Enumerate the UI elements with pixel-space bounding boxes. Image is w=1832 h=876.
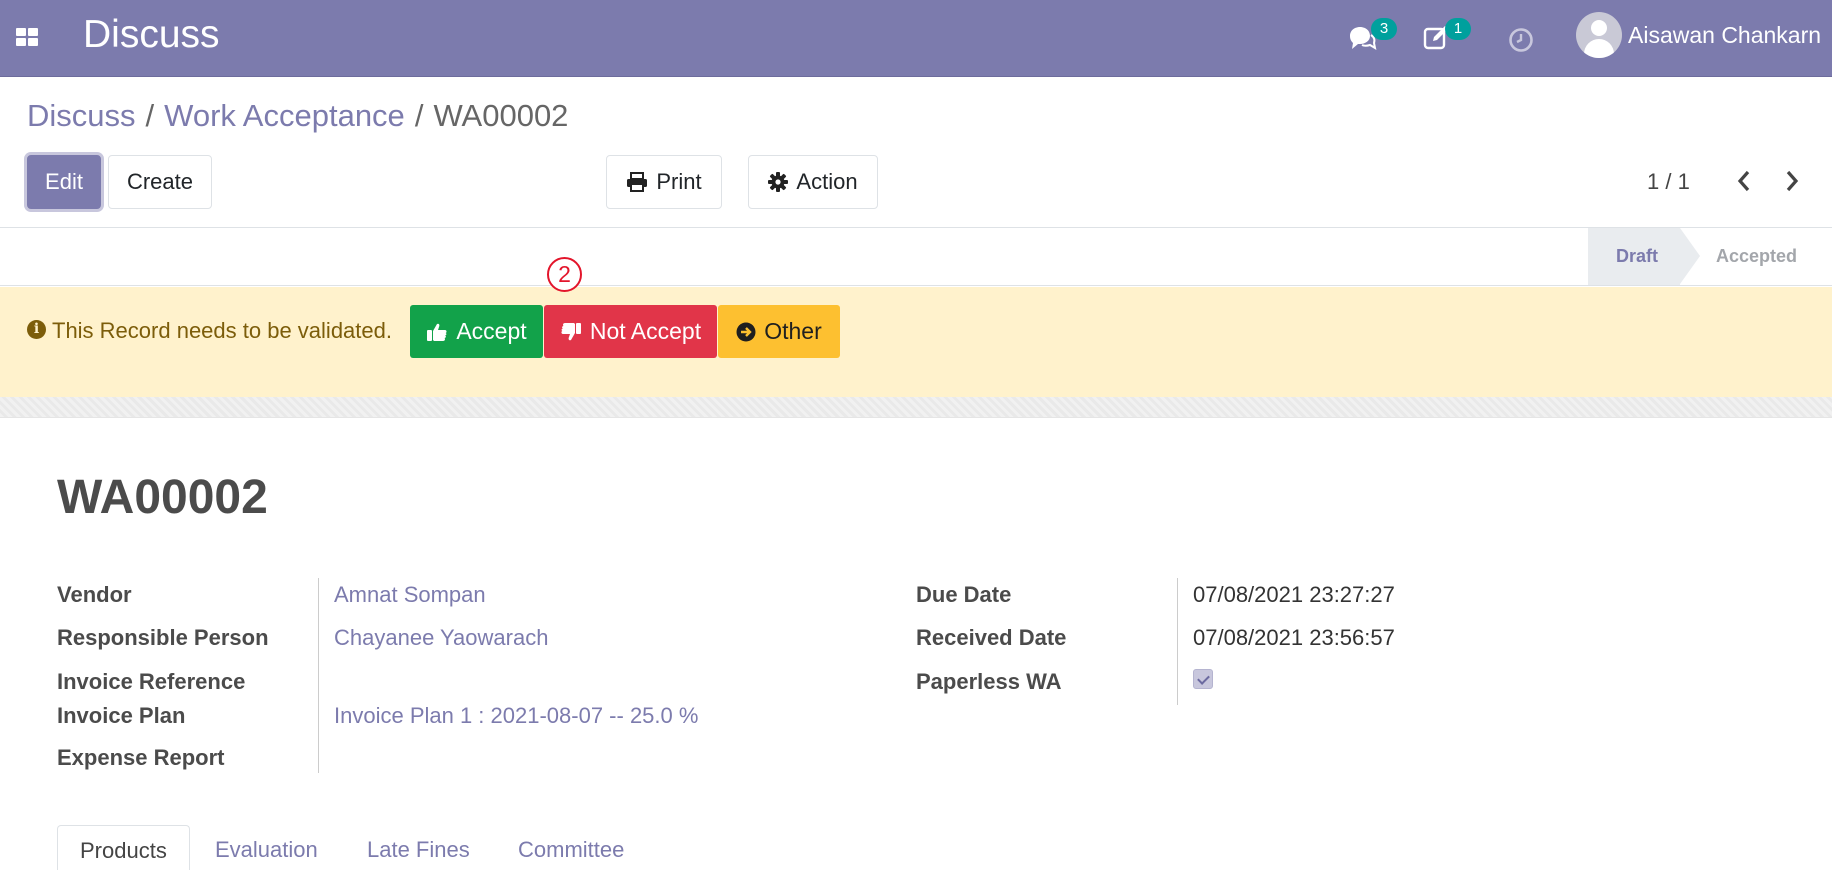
accept-button-label: Accept bbox=[456, 318, 527, 344]
pager-value[interactable]: 1 / 1 bbox=[1647, 169, 1690, 195]
paperless-wa-checkbox bbox=[1193, 669, 1213, 689]
expense-report-label: Expense Report bbox=[57, 745, 225, 770]
avatar bbox=[1576, 12, 1622, 58]
action-button[interactable]: Action bbox=[748, 155, 878, 209]
edit-button[interactable]: Edit bbox=[27, 155, 101, 209]
tab-products[interactable]: Products bbox=[57, 825, 190, 870]
step-annotation-marker: 2 bbox=[547, 257, 582, 292]
paperless-wa-label: Paperless WA bbox=[916, 669, 1062, 694]
validation-alert: i This Record needs to be validated. bbox=[0, 287, 1832, 397]
tab-committee[interactable]: Committee bbox=[518, 825, 624, 870]
tab-late-fines[interactable]: Late Fines bbox=[367, 825, 470, 870]
due-date-value: 07/08/2021 23:27:27 bbox=[1193, 582, 1395, 607]
invoice-reference-label: Invoice Reference bbox=[57, 669, 246, 694]
status-bar: Draft Accepted bbox=[0, 228, 1832, 286]
print-button[interactable]: Print bbox=[606, 155, 722, 209]
create-button-label: Create bbox=[126, 169, 194, 194]
top-navbar: Discuss 3 1 Aisawan Chankarn bbox=[0, 0, 1832, 77]
vendor-label: Vendor bbox=[57, 582, 132, 607]
thumbs-down-icon bbox=[561, 322, 581, 340]
received-date-label: Received Date bbox=[916, 625, 1067, 650]
arrow-circle-right-icon bbox=[736, 322, 756, 341]
breadcrumb-current: WA00002 bbox=[433, 98, 569, 133]
not-accept-button[interactable]: Not Accept bbox=[544, 305, 717, 358]
print-button-label: Print bbox=[656, 169, 702, 194]
sheet-background bbox=[0, 397, 1832, 417]
received-date-value: 07/08/2021 23:56:57 bbox=[1193, 625, 1395, 650]
edit-button-label: Edit bbox=[45, 169, 83, 194]
alert-message: This Record needs to be validated. bbox=[52, 318, 392, 343]
not-accept-button-label: Not Accept bbox=[589, 318, 702, 344]
invoice-plan-label: Invoice Plan bbox=[57, 703, 186, 728]
activities-badge: 1 bbox=[1445, 18, 1471, 40]
field-group-separator bbox=[318, 578, 319, 773]
responsible-person-label: Responsible Person bbox=[57, 625, 269, 650]
field-group-separator bbox=[1177, 578, 1178, 705]
responsible-person-value[interactable]: Chayanee Yaowarach bbox=[334, 625, 548, 651]
stage-accepted[interactable]: Accepted bbox=[1716, 228, 1797, 285]
messages-badge: 3 bbox=[1371, 18, 1397, 40]
stage-draft[interactable]: Draft bbox=[1588, 228, 1680, 285]
record-title: WA00002 bbox=[57, 471, 268, 524]
chevron-right-icon[interactable] bbox=[1780, 167, 1804, 195]
create-button[interactable]: Create bbox=[108, 155, 212, 209]
gear-icon bbox=[768, 172, 789, 192]
breadcrumb: Discuss / Work Acceptance / WA00002 bbox=[27, 98, 568, 134]
stage-arrow bbox=[1680, 228, 1700, 284]
chevron-left-icon[interactable] bbox=[1732, 167, 1756, 195]
info-circle-icon: i bbox=[27, 320, 46, 339]
apps-grid-icon[interactable] bbox=[16, 28, 38, 46]
app-title: Discuss bbox=[83, 13, 220, 56]
breadcrumb-separator: / bbox=[414, 98, 424, 133]
accept-button[interactable]: Accept bbox=[410, 305, 543, 358]
user-name: Aisawan Chankarn bbox=[1628, 22, 1822, 48]
tab-evaluation[interactable]: Evaluation bbox=[215, 825, 318, 870]
breadcrumb-separator: / bbox=[145, 98, 155, 133]
printer-icon bbox=[627, 172, 648, 192]
vendor-value[interactable]: Amnat Sompan bbox=[334, 582, 486, 608]
invoice-plan-value[interactable]: Invoice Plan 1 : 2021-08-07 -- 25.0 % bbox=[334, 703, 698, 729]
clock-icon bbox=[1509, 28, 1533, 52]
other-button[interactable]: Other bbox=[718, 305, 840, 358]
breadcrumb-work-acceptance[interactable]: Work Acceptance bbox=[164, 98, 405, 133]
action-button-label: Action bbox=[796, 169, 858, 194]
thumbs-up-icon bbox=[427, 323, 447, 341]
other-button-label: Other bbox=[764, 318, 822, 344]
due-date-label: Due Date bbox=[916, 582, 1012, 607]
breadcrumb-discuss[interactable]: Discuss bbox=[27, 98, 136, 133]
